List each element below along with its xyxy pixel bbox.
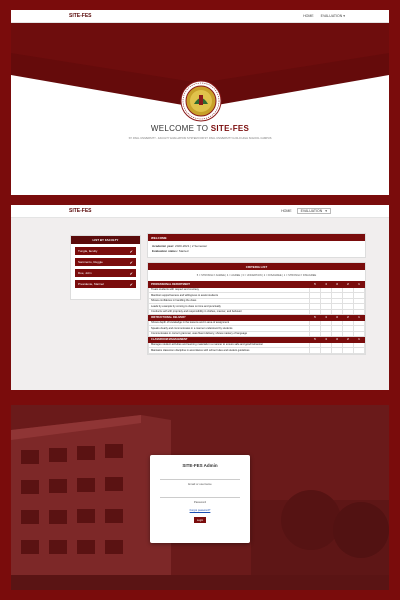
sidebar-item-faculty[interactable]: Tungla, faculty ✔: [75, 247, 136, 255]
welcome-heading: WELCOME TO SITE-FES: [11, 124, 389, 133]
welcome-subtitle: ST. PAUL UNIVERSITY - FACULTY EVALUATION…: [128, 137, 272, 140]
evaluation-status-row: Evaluation status: Started: [152, 249, 361, 254]
rating-radio-cell[interactable]: [353, 347, 365, 354]
email-field-label: Email or username: [188, 482, 212, 486]
brand-logo-text[interactable]: SITE-FES: [69, 13, 92, 19]
nav-home-link[interactable]: HOME: [281, 209, 292, 213]
login-title: SITE-FES Admin: [182, 463, 218, 468]
nav-links: HOME EVALUATION ▾: [303, 14, 345, 18]
welcome-card: WELCOME Academic year: 2020-2021 | 2 Sem…: [147, 233, 366, 258]
nav-evaluation-dropdown[interactable]: EVALUATION ▾: [321, 14, 345, 18]
sidebar-item-label: Presidente, Marinel: [78, 282, 104, 286]
nav-evaluation-dropdown[interactable]: EVALUATION ▾: [296, 208, 331, 214]
check-icon: ✔: [129, 281, 133, 287]
sidebar-item-faculty[interactable]: Sarmiento, Reggie ✔: [75, 258, 136, 266]
dashboard-panel: SITE-FES HOME EVALUATION ▾ LIST BY FACUL…: [11, 205, 389, 390]
welcome-card-title: WELCOME: [148, 234, 365, 241]
nav-home-link[interactable]: HOME: [303, 14, 314, 18]
check-icon: ✔: [129, 270, 133, 276]
sidebar-item-label: Tungla, faculty: [78, 249, 98, 253]
hero-section: WELCOME TO SITE-FES ST. PAUL UNIVERSITY …: [11, 23, 389, 195]
nav-evaluation-label: EVALUATION: [300, 209, 323, 213]
check-icon: ✔: [129, 248, 133, 254]
password-field[interactable]: [160, 491, 240, 498]
evaluation-status-label: Evaluation status:: [152, 249, 178, 253]
faculty-sidebar: LIST BY FACULTY Tungla, faculty ✔ Sarmie…: [70, 235, 141, 300]
chevron-down-icon: ▾: [325, 209, 327, 213]
login-button[interactable]: Login: [194, 517, 206, 523]
university-seal-icon: [180, 80, 222, 122]
welcome-prefix: WELCOME TO: [150, 124, 211, 133]
nav-links: HOME EVALUATION ▾: [281, 208, 331, 214]
academic-year-label: Academic year:: [152, 244, 175, 248]
rating-radio-cell[interactable]: [320, 347, 332, 354]
sidebar-item-label: Sarmiento, Reggie: [78, 260, 103, 264]
landing-navbar: SITE-FES HOME EVALUATION ▾: [11, 10, 389, 23]
sidebar-item-faculty[interactable]: Presidente, Marinel ✔: [75, 280, 136, 288]
criteria-row: Maintains classroom discipline in accord…: [148, 347, 365, 354]
criteria-card: CRITERIA LIST 5 = STRONGLY AGREE | 4 = A…: [147, 262, 366, 355]
rating-radio-cell[interactable]: [309, 347, 321, 354]
check-icon: ✔: [129, 259, 133, 265]
criteria-question: Maintains classroom discipline in accord…: [148, 347, 310, 354]
academic-year-value: 2020-2021 | 2 Semester: [175, 244, 208, 248]
password-field-label: Password: [193, 500, 207, 504]
criteria-card-title: CRITERIA LIST: [148, 263, 365, 270]
welcome-card-body: Academic year: 2020-2021 | 2 Semester Ev…: [148, 241, 365, 257]
login-card: SITE-FES Admin Email or username Passwor…: [150, 455, 250, 543]
email-field[interactable]: [160, 473, 240, 480]
forgot-password-link[interactable]: Forgot password?: [150, 509, 250, 512]
sidebar-title: LIST BY FACULTY: [71, 236, 140, 244]
criteria-table: PROFESSIONAL DEPARTMENT 5 4 3 2 1 Treats stude…: [148, 281, 365, 354]
sidebar-item-faculty[interactable]: Doe, John ✔: [75, 269, 136, 277]
login-panel: SITE-FES Admin Email or username Passwor…: [11, 405, 389, 590]
welcome-brand: SITE-FES: [210, 124, 250, 133]
brand-logo-text[interactable]: SITE-FES: [69, 208, 92, 214]
sidebar-item-label: Doe, John: [78, 271, 92, 275]
dashboard-navbar: SITE-FES HOME EVALUATION ▾: [11, 205, 389, 218]
rating-legend: 5 = STRONGLY AGREE | 4 = AGREE | 3 = UNC…: [196, 274, 317, 277]
landing-panel: SITE-FES HOME EVALUATION ▾ WELCOME TO SI…: [11, 10, 389, 195]
main-content: WELCOME Academic year: 2020-2021 | 2 Sem…: [147, 233, 366, 359]
evaluation-status-value: Started: [178, 249, 189, 253]
rating-radio-cell[interactable]: [342, 347, 354, 354]
rating-radio-cell[interactable]: [331, 347, 343, 354]
